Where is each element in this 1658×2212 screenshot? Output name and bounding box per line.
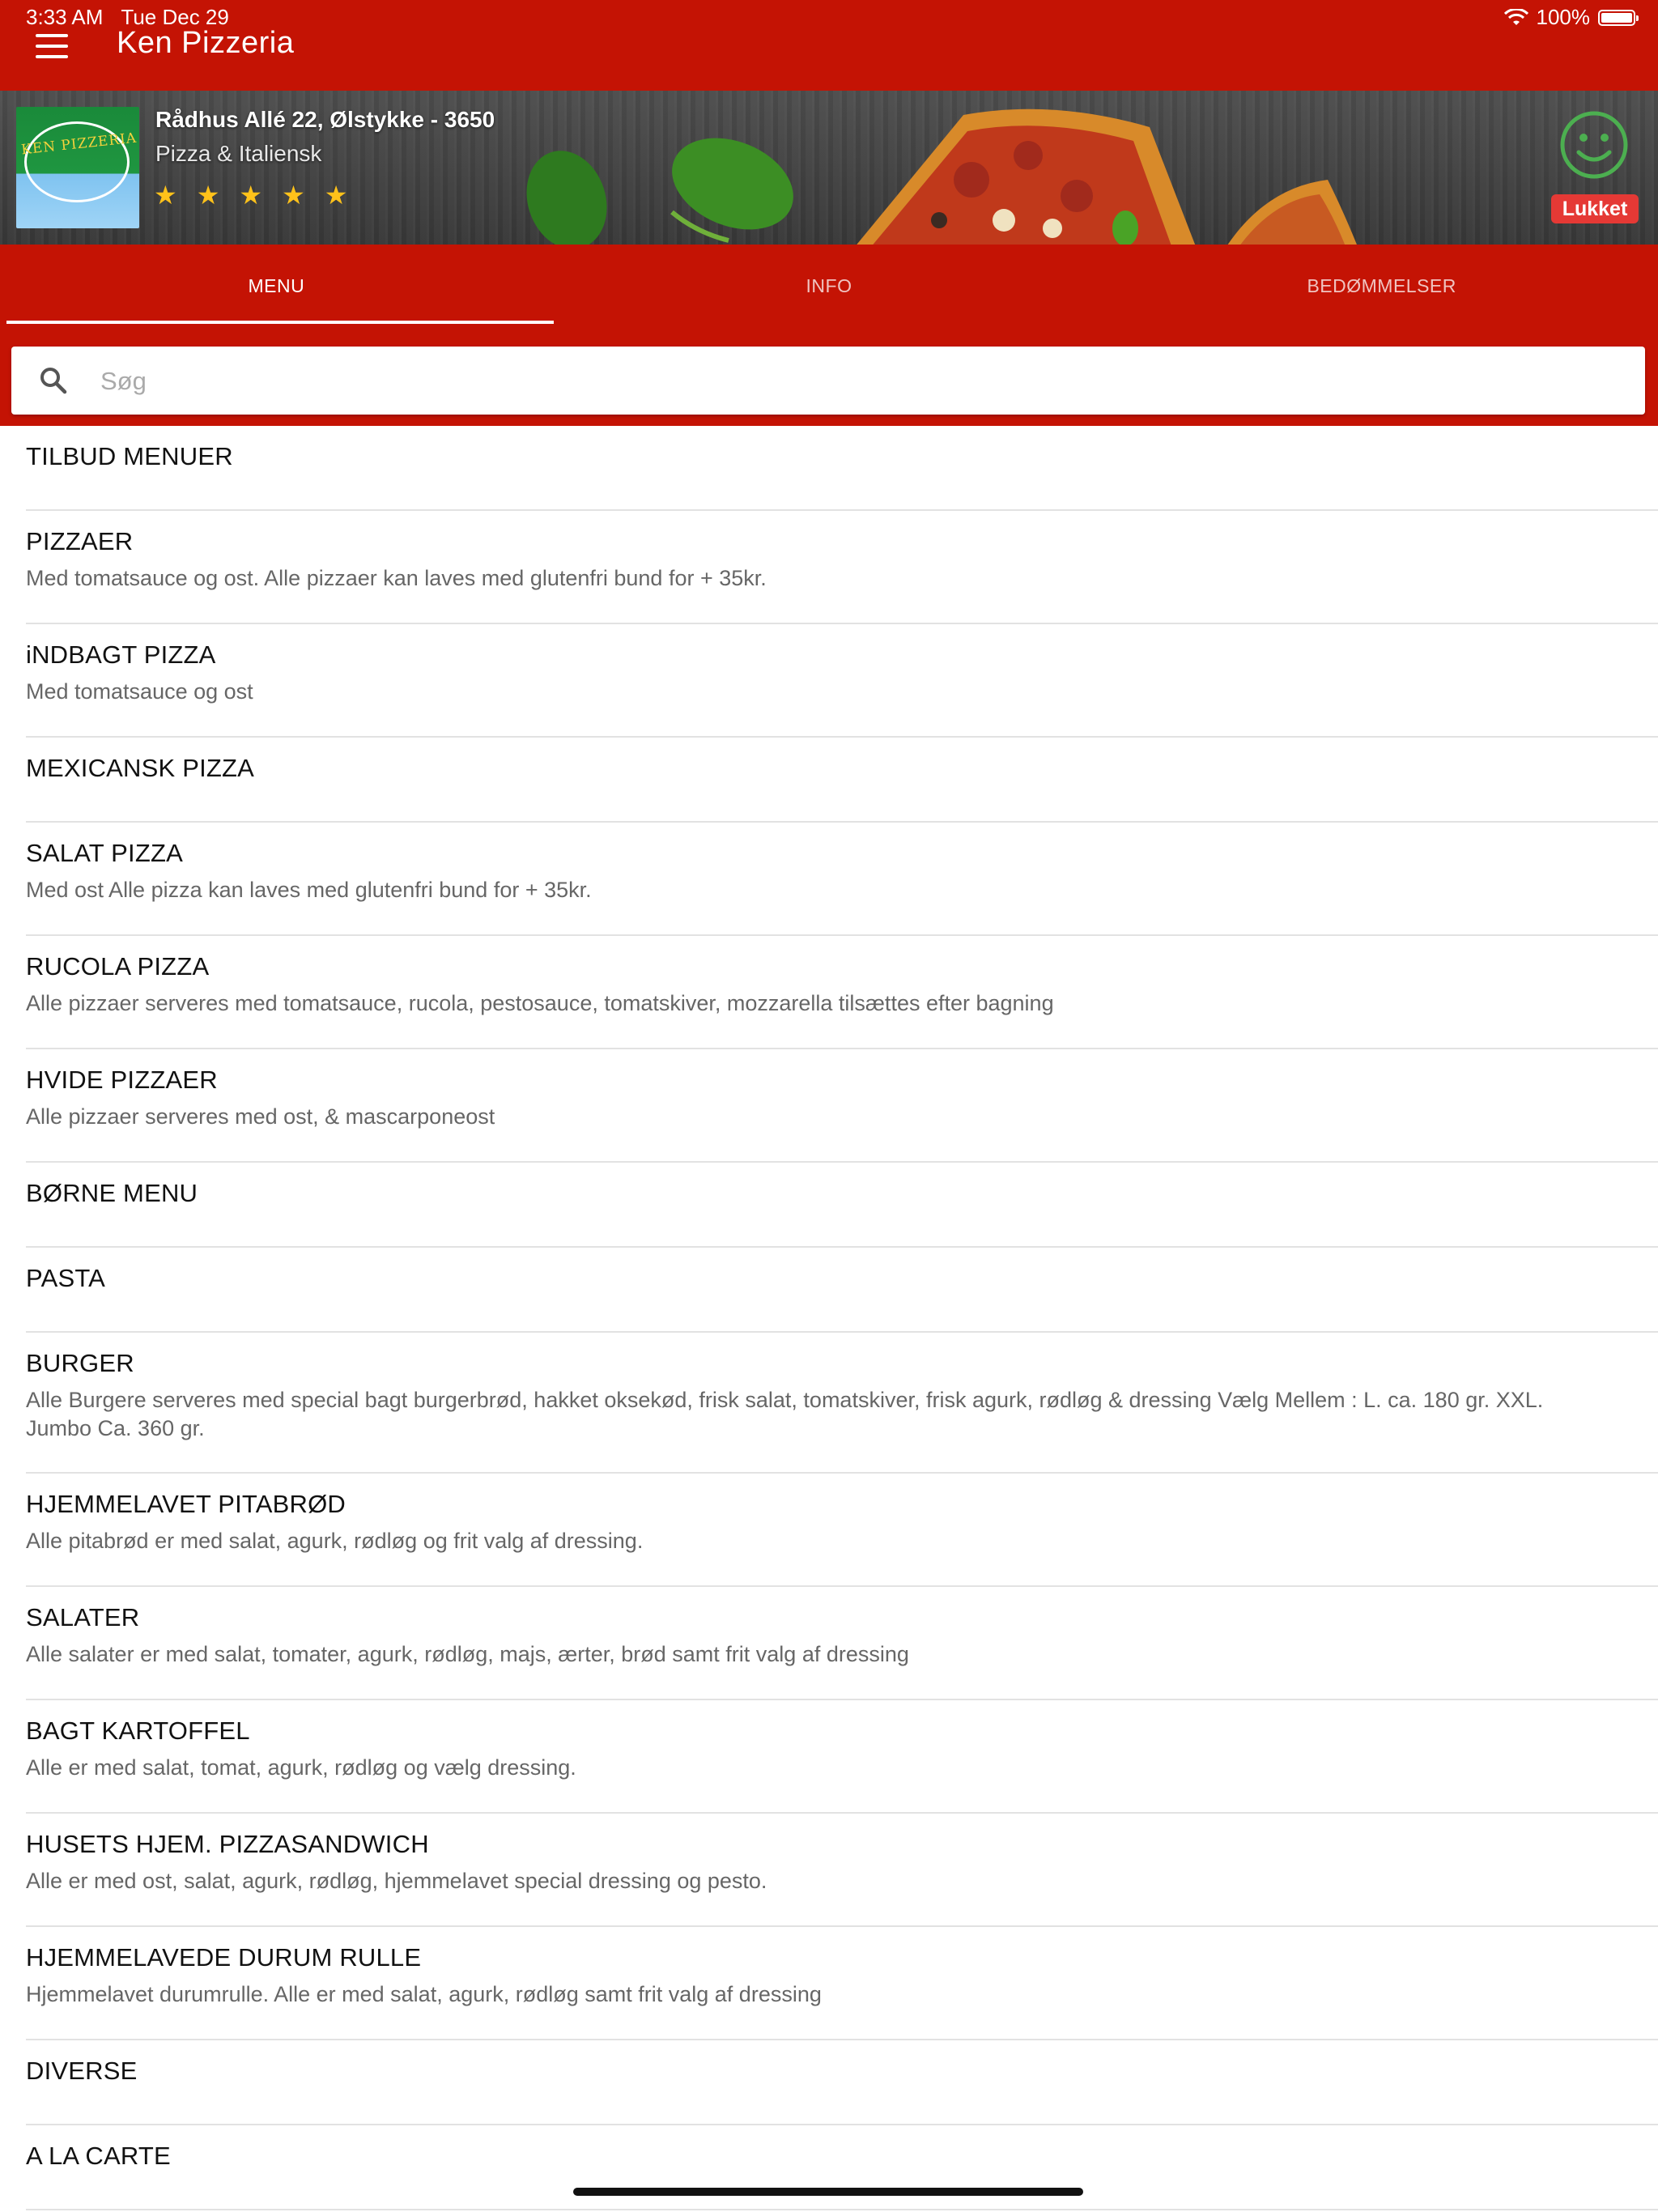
app-bar: 3:33 AM Tue Dec 29 100% Ken Pizzeria xyxy=(0,0,1658,91)
menu-category-row[interactable]: PIZZAER Med tomatsauce og ost. Alle pizza… xyxy=(26,511,1658,624)
restaurant-cuisine: Pizza & Italiensk xyxy=(155,141,322,166)
restaurant-logo: KEN PIZZERIA xyxy=(16,107,139,228)
category-description: Med tomatsauce og ost. Alle pizzaer kan … xyxy=(26,566,767,590)
category-title: iNDBAGT PIZZA xyxy=(26,640,216,669)
category-title: SALATER xyxy=(26,1603,140,1631)
search-icon xyxy=(40,368,67,394)
star-icon: ★ xyxy=(239,181,263,210)
tab-reviews[interactable]: BEDØMMELSER xyxy=(1105,245,1658,324)
category-title: SALAT PIZZA xyxy=(26,839,183,867)
star-icon: ★ xyxy=(324,181,348,210)
menu-category-row[interactable]: MEXICANSK PIZZA xyxy=(26,738,1658,823)
rating-stars: ★ ★ ★ ★ ★ xyxy=(154,180,347,211)
star-icon: ★ xyxy=(282,181,305,210)
menu-category-row[interactable]: DIVERSE xyxy=(26,2040,1658,2125)
search-input[interactable] xyxy=(99,358,1624,405)
menu-category-row[interactable]: iNDBAGT PIZZA Med tomatsauce og ost xyxy=(26,624,1658,738)
status-bar-right: 100% xyxy=(1503,5,1639,30)
category-title: BAGT KARTOFFEL xyxy=(26,1716,250,1745)
category-title: HJEMMELAVEDE DURUM RULLE xyxy=(26,1943,422,1972)
category-description: Med ost Alle pizza kan laves med glutenf… xyxy=(26,878,592,902)
wifi-icon xyxy=(1503,8,1528,25)
category-description: Alle er med ost, salat, agurk, rødløg, h… xyxy=(26,1869,767,1893)
category-title: PIZZAER xyxy=(26,527,134,555)
menu-category-list: TILBUD MENUER PIZZAER Med tomatsauce og os… xyxy=(0,426,1658,2210)
category-title: MEXICANSK PIZZA xyxy=(26,754,255,782)
menu-category-row[interactable]: A LA CARTE xyxy=(26,2125,1658,2210)
app-title: Ken Pizzeria xyxy=(117,26,295,60)
tab-menu[interactable]: MENU xyxy=(0,245,553,324)
menu-category-row[interactable]: RUCOLA PIZZA Alle pizzaer serveres med to… xyxy=(26,936,1658,1049)
category-description: Med tomatsauce og ost xyxy=(26,679,253,704)
category-description: Alle salater er med salat, tomater, agur… xyxy=(26,1642,909,1666)
smiley-icon xyxy=(1560,111,1628,179)
menu-category-row[interactable]: HJEMMELAVET PITABRØD Alle pitabrød er med… xyxy=(26,1474,1658,1587)
restaurant-banner: KEN PIZZERIA Rådhus Allé 22, Ølstykke - … xyxy=(0,91,1658,245)
menu-category-row[interactable]: TILBUD MENUER xyxy=(26,426,1658,511)
status-badge: Lukket xyxy=(1551,194,1639,223)
tab-info[interactable]: INFO xyxy=(553,245,1106,324)
category-description: Hjemmelavet durumrulle. Alle er med sala… xyxy=(26,1982,822,2006)
category-description: Alle pizzaer serveres med ost, & mascarp… xyxy=(26,1104,495,1129)
restaurant-address: Rådhus Allé 22, Ølstykke - 3650 xyxy=(155,107,495,132)
search-area xyxy=(0,324,1658,426)
category-description: Alle pitabrød er med salat, agurk, rødlø… xyxy=(26,1529,644,1553)
category-title: A LA CARTE xyxy=(26,2142,171,2170)
menu-category-row[interactable]: PASTA xyxy=(26,1248,1658,1333)
menu-category-row[interactable]: BURGER Alle Burgere serveres med special … xyxy=(26,1333,1658,1474)
menu-category-row[interactable]: BAGT KARTOFFEL Alle er med salat, tomat, … xyxy=(26,1700,1658,1814)
category-title: DIVERSE xyxy=(26,2057,138,2085)
menu-category-row[interactable]: HJEMMELAVEDE DURUM RULLE Hjemmelavet duru… xyxy=(26,1927,1658,2040)
category-title: HUSETS HJEM. PIZZASANDWICH xyxy=(26,1830,429,1858)
category-title: BURGER xyxy=(26,1349,134,1377)
category-title: BØRNE MENU xyxy=(26,1179,198,1207)
hamburger-menu-icon[interactable] xyxy=(36,34,68,58)
menu-category-row[interactable]: BØRNE MENU xyxy=(26,1163,1658,1248)
battery-icon xyxy=(1598,9,1639,26)
menu-category-row[interactable]: HUSETS HJEM. PIZZASANDWICH Alle er med os… xyxy=(26,1814,1658,1927)
battery-percent: 100% xyxy=(1536,5,1591,29)
category-title: RUCOLA PIZZA xyxy=(26,952,210,981)
star-icon: ★ xyxy=(196,181,220,210)
menu-category-row[interactable]: SALAT PIZZA Med ost Alle pizza kan laves … xyxy=(26,823,1658,936)
status-time: 3:33 AM xyxy=(26,5,104,29)
search-bar[interactable] xyxy=(11,347,1645,415)
category-title: HJEMMELAVET PITABRØD xyxy=(26,1490,346,1518)
menu-category-row[interactable]: HVIDE PIZZAER Alle pizzaer serveres med o… xyxy=(26,1049,1658,1163)
home-indicator xyxy=(573,2188,1083,2196)
category-description: Alle er med salat, tomat, agurk, rødløg … xyxy=(26,1755,576,1780)
star-icon: ★ xyxy=(154,181,177,210)
category-description: Alle Burgere serveres med special bagt b… xyxy=(26,1388,1544,1440)
tab-bar: MENU INFO BEDØMMELSER xyxy=(0,245,1658,324)
category-description: Alle pizzaer serveres med tomatsauce, ru… xyxy=(26,991,1054,1015)
category-title: PASTA xyxy=(26,1264,106,1292)
category-title: HVIDE PIZZAER xyxy=(26,1066,218,1094)
menu-category-row[interactable]: SALATER Alle salater er med salat, tomate… xyxy=(26,1587,1658,1700)
category-title: TILBUD MENUER xyxy=(26,442,233,470)
